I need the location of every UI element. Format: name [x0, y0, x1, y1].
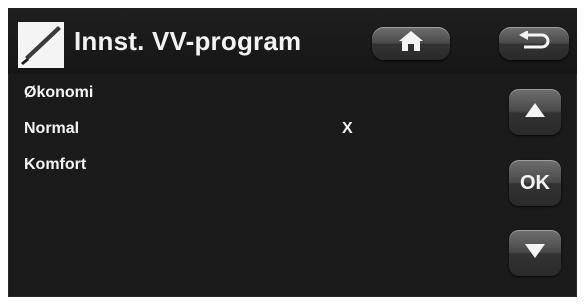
scroll-up-button[interactable]	[509, 89, 561, 135]
home-button[interactable]	[372, 27, 450, 60]
scroll-down-button[interactable]	[509, 230, 561, 276]
list-item[interactable]: Økonomi	[24, 84, 364, 108]
selected-mark: X	[342, 120, 353, 137]
brush-icon	[18, 22, 64, 68]
back-arrow-icon	[518, 30, 550, 56]
list-item-label: Komfort	[24, 156, 87, 173]
page-title: Innst. VV-program	[74, 26, 302, 56]
ok-button[interactable]: OK	[509, 160, 561, 206]
header-bar: Innst. VV-program	[8, 8, 577, 74]
list-item[interactable]: Normal X	[24, 120, 364, 144]
ok-label: OK	[520, 171, 550, 194]
home-icon	[399, 31, 423, 56]
list-item-label: Økonomi	[24, 84, 94, 101]
list-item-label: Normal	[24, 120, 80, 137]
triangle-down-icon	[525, 243, 545, 263]
back-button[interactable]	[499, 27, 569, 60]
display-screen: Innst. VV-program Økonomi Normal X Komfo…	[8, 8, 577, 297]
triangle-up-icon	[525, 102, 545, 122]
list-item[interactable]: Komfort	[24, 156, 364, 180]
